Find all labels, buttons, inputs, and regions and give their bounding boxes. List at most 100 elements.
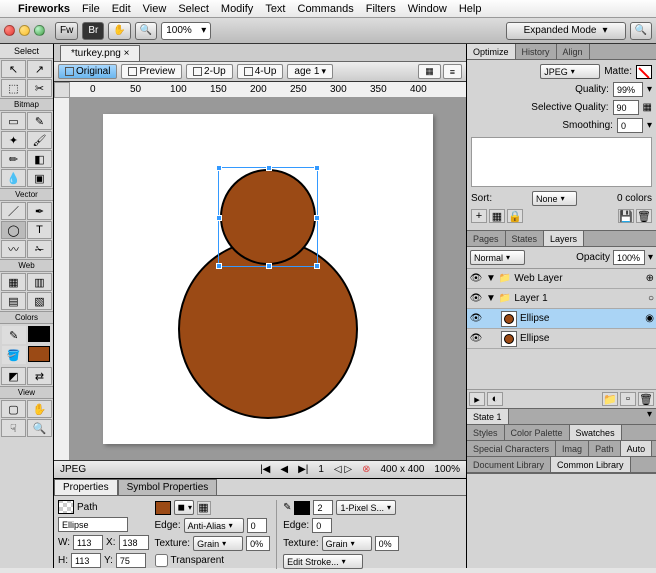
sort-select[interactable]: None [532, 191, 577, 206]
menu-icon[interactable]: ≡ [443, 64, 462, 79]
show-slice-icon[interactable]: ▧ [27, 292, 52, 310]
new-sublayer-icon[interactable]: ▸ [469, 392, 485, 406]
path-tab[interactable]: Path [589, 441, 621, 456]
cancel-icon[interactable]: ⊗ [362, 464, 370, 475]
transparent-checkbox[interactable] [155, 554, 168, 567]
lasso-tool-icon[interactable]: ✎ [27, 112, 52, 130]
fw-button[interactable]: Fw [55, 22, 78, 40]
original-tab[interactable]: Original [58, 64, 117, 79]
handle-e[interactable] [314, 215, 320, 221]
quality-field[interactable]: 99% [613, 82, 643, 97]
fill-edge-n[interactable]: 0 [247, 518, 267, 533]
handle-se[interactable] [314, 263, 320, 269]
add-color-icon[interactable]: + [471, 209, 487, 223]
eye-icon[interactable]: 👁 [469, 333, 483, 344]
auto-tab[interactable]: Auto [621, 441, 653, 456]
stroke-texture-pct[interactable]: 0% [375, 536, 399, 551]
width-field[interactable]: 113 [73, 535, 103, 550]
tool-zoom-icon[interactable]: 🔍 [135, 22, 157, 40]
matte-swatch[interactable] [636, 65, 652, 79]
hotspot-tool-icon[interactable]: ▦ [1, 273, 26, 291]
height-field[interactable]: 113 [71, 553, 101, 568]
handle-s[interactable] [266, 263, 272, 269]
marquee-tool-icon[interactable]: ▭ [1, 112, 26, 130]
scale-tool-icon[interactable]: ⬚ [1, 79, 26, 97]
align-tab[interactable]: Align [557, 44, 590, 59]
x-field[interactable]: 138 [119, 535, 149, 550]
status-zoom[interactable]: 100% [434, 464, 460, 475]
hand-view-icon[interactable]: ✋ [27, 400, 52, 418]
ruler-origin[interactable] [54, 82, 70, 98]
minimize-icon[interactable] [19, 25, 30, 36]
pages-tab[interactable]: Pages [467, 231, 506, 246]
fill-texture-pct[interactable]: 0% [246, 536, 270, 551]
brush-tool-icon[interactable]: 🖌 [27, 131, 52, 149]
styles-tab[interactable]: Styles [467, 425, 505, 440]
hide-slice-icon[interactable]: ▤ [1, 292, 26, 310]
handtool-icon[interactable]: ☟ [1, 419, 26, 437]
y-field[interactable]: 75 [116, 553, 146, 568]
doc-library-tab[interactable]: Document Library [467, 457, 551, 472]
menu-filters[interactable]: Filters [366, 3, 396, 15]
vertical-ruler[interactable] [54, 98, 70, 460]
layers-tab[interactable]: Layers [544, 231, 584, 246]
handle-nw[interactable] [216, 165, 222, 171]
smooth-stepper-icon[interactable]: ▾ [647, 120, 652, 131]
blend-select[interactable]: Normal [470, 250, 525, 265]
menu-modify[interactable]: Modify [221, 3, 253, 15]
menu-help[interactable]: Help [459, 3, 482, 15]
menu-window[interactable]: Window [408, 3, 447, 15]
pen-tool-icon[interactable]: ✒ [27, 202, 52, 220]
ellipse1-row[interactable]: 👁Ellipse◉ [467, 309, 656, 329]
blur-tool-icon[interactable]: 💧 [1, 169, 26, 187]
menu-edit[interactable]: Edit [112, 3, 131, 15]
stamp-tool-icon[interactable]: ▣ [27, 169, 52, 187]
stroke-cat-select[interactable]: 1-Pixel S... [336, 500, 396, 515]
slice-tool-icon[interactable]: ▥ [27, 273, 52, 291]
fill-type-select[interactable]: ◼ [174, 500, 194, 515]
delete-layer-icon[interactable]: 🗑 [638, 392, 654, 406]
fit-icon[interactable]: ▦ [418, 64, 441, 79]
swap-colors-icon[interactable]: ⇄ [27, 367, 52, 385]
ellipse2-row[interactable]: 👁Ellipse [467, 329, 656, 349]
stroke-w-field[interactable]: 2 [313, 500, 333, 515]
optimize-tab[interactable]: Optimize [467, 44, 516, 59]
eye-icon[interactable]: 👁 [469, 313, 483, 324]
fill-opt-icon[interactable]: ▦ [197, 501, 211, 515]
screen-mode-icon[interactable]: ▢ [1, 400, 26, 418]
common-library-tab[interactable]: Common Library [551, 457, 631, 472]
zoom-field[interactable]: 100%▾ [161, 22, 211, 40]
swatches-tab[interactable]: Swatches [570, 425, 622, 440]
app-name[interactable]: Fireworks [18, 3, 70, 15]
web-layer-row[interactable]: 👁▼📁Web Layer⊕ [467, 269, 656, 289]
fill-color-icon[interactable]: 🪣 [2, 346, 26, 364]
new-folder-icon[interactable]: 📁 [602, 392, 618, 406]
format-select[interactable]: JPEG [540, 64, 600, 79]
state-menu-icon[interactable]: ▾ [643, 409, 656, 424]
fill-edge-select[interactable]: Anti-Alias [184, 518, 244, 533]
horizontal-ruler[interactable]: 050100150200250300350400 [70, 82, 466, 98]
menu-view[interactable]: View [143, 3, 167, 15]
fill-swatch[interactable] [28, 346, 50, 362]
zoomtool-icon[interactable]: 🔍 [27, 419, 52, 437]
nav-next-icon[interactable]: ▶| [298, 464, 308, 475]
lock-icon[interactable]: 🔒 [507, 209, 523, 223]
wand-tool-icon[interactable]: ✦ [1, 131, 26, 149]
special-chars-tab[interactable]: Special Characters [467, 441, 556, 456]
close-icon[interactable] [4, 25, 15, 36]
snap-icon[interactable]: ▦ [489, 209, 505, 223]
nav-prev-icon[interactable]: ◀ [280, 464, 288, 475]
tool-hand-icon[interactable]: ✋ [108, 22, 130, 40]
br-button[interactable]: Br [82, 22, 104, 40]
artboard[interactable] [103, 114, 433, 444]
document-tab[interactable]: *turkey.png × [60, 45, 140, 61]
handle-w[interactable] [216, 215, 222, 221]
symbol-properties-tab[interactable]: Symbol Properties [118, 479, 218, 495]
stroke-swatch[interactable] [28, 326, 50, 342]
mask-icon[interactable]: ◐ [487, 392, 503, 406]
disclosure-icon[interactable]: ▼ [486, 293, 496, 304]
menu-select[interactable]: Select [178, 3, 209, 15]
knife-tool-icon[interactable]: ✁ [27, 240, 52, 258]
line-tool-icon[interactable]: ／ [1, 202, 26, 220]
color-palette-tab[interactable]: Color Palette [505, 425, 570, 440]
